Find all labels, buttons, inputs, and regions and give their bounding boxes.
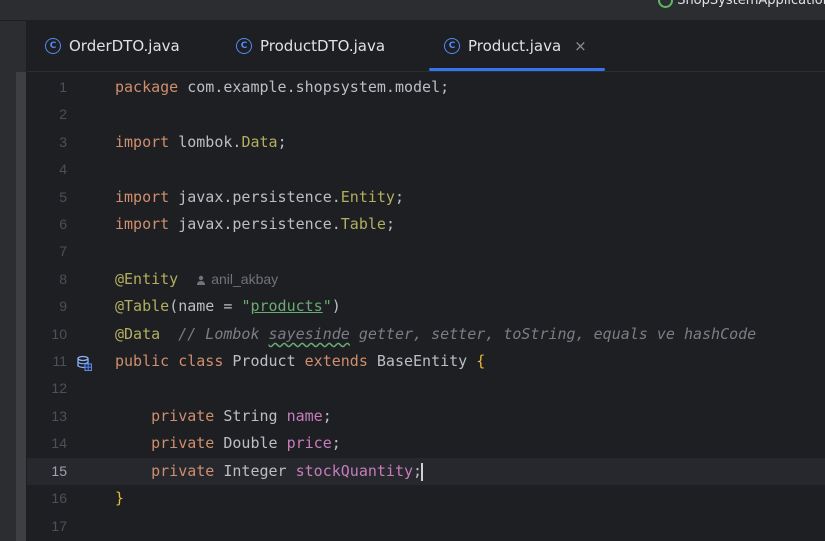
class-icon: C (444, 38, 460, 54)
line-number: 4 (59, 161, 67, 177)
user-icon (197, 276, 206, 286)
current-code-line: 15 private Integer stockQuantity; (27, 458, 825, 485)
spring-boot-icon (658, 0, 674, 8)
editor-tab-bar: C OrderDTO.java C ProductDTO.java C Prod… (27, 21, 825, 72)
close-tab-icon[interactable]: × (574, 37, 587, 55)
code-line: 3 import lombok.Data; (27, 129, 825, 156)
code-line: 16 } (27, 485, 825, 512)
code-line: 2 (27, 101, 825, 128)
line-number: 7 (59, 243, 67, 259)
author-name: anil_akbay (211, 271, 279, 287)
code-line: 12 (27, 375, 825, 402)
tab-label: OrderDTO.java (69, 37, 180, 55)
code-line: 13 private String name; (27, 403, 825, 430)
code-line: 14 private Double price; (27, 430, 825, 457)
line-number: 11 (52, 353, 67, 369)
code-line: 9 @Table(name = "products") (27, 293, 825, 320)
line-number: 6 (59, 216, 67, 232)
line-number: 17 (51, 518, 67, 534)
tab-orderdto[interactable]: C OrderDTO.java (45, 21, 180, 71)
code-editor[interactable]: 1 package com.example.shopsystem.model; … (16, 72, 825, 541)
text-caret (421, 462, 424, 481)
line-number: 14 (51, 435, 67, 451)
active-tab-indicator (429, 68, 605, 71)
line-number: 13 (51, 408, 67, 424)
line-number: 1 (59, 79, 67, 95)
tab-label: ProductDTO.java (260, 37, 386, 55)
class-icon: C (45, 38, 61, 54)
run-configuration-selector[interactable]: ShopSystemApplication (658, 0, 825, 8)
line-number: 3 (59, 134, 67, 150)
code-line: 17 (27, 513, 825, 540)
code-line: 1 package com.example.shopsystem.model; (27, 74, 825, 101)
code-line: 7 (27, 238, 825, 265)
line-number: 8 (59, 271, 67, 287)
database-entity-icon[interactable] (76, 353, 93, 372)
code-line: 11 public class Product extends BaseEnti… (27, 348, 825, 375)
title-bar: ShopSystemApplication (0, 0, 825, 21)
code-line: 6 import javax.persistence.Table; (27, 211, 825, 238)
line-number: 15 (51, 463, 67, 479)
code-line: 8 @Entity anil_akbay (27, 266, 825, 293)
author-inlay-hint[interactable]: anil_akbay (196, 271, 278, 287)
tab-label: Product.java (468, 37, 562, 55)
line-number: 2 (59, 106, 67, 122)
code-line: 10 @Data // Lombok sayesinde getter, set… (27, 321, 825, 348)
line-number: 16 (51, 490, 67, 506)
code-line: 4 (27, 156, 825, 183)
tab-productdto[interactable]: C ProductDTO.java (236, 21, 385, 71)
run-configuration-label: ShopSystemApplication (677, 0, 825, 8)
editor-left-marker (16, 72, 26, 541)
line-number: 12 (51, 380, 67, 396)
tab-product[interactable]: C Product.java × (429, 21, 605, 71)
code-line: 5 import javax.persistence.Entity; (27, 184, 825, 211)
class-icon: C (236, 38, 252, 54)
line-number: 5 (59, 189, 67, 205)
line-number: 9 (59, 298, 67, 314)
line-number: 10 (51, 326, 67, 342)
